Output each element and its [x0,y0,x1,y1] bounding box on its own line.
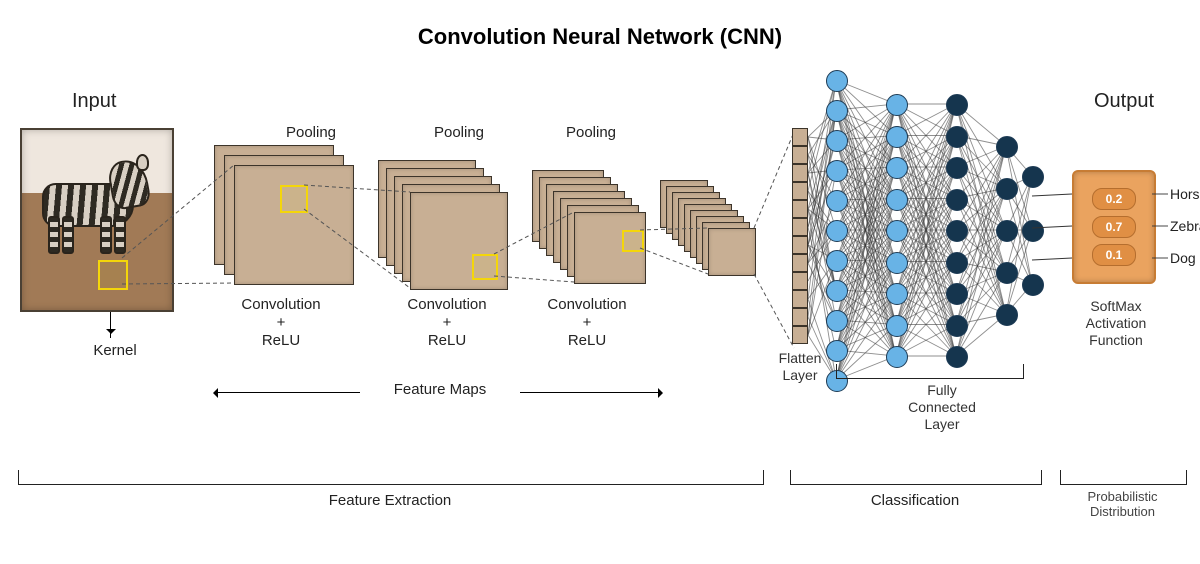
neuron [886,283,908,305]
neuron [946,315,968,337]
fc-bracket [836,364,1024,379]
neuron [886,94,908,116]
output-heading: Output [1094,90,1154,113]
neuron [826,340,848,362]
neuron [826,190,848,212]
neuron [946,189,968,211]
neuron [1022,274,1044,296]
neuron [996,220,1018,242]
bracket-prob-dist [1060,470,1187,485]
pooling-label-1: Pooling [276,124,346,142]
prob-zebra: 0.7 [1092,216,1136,238]
neuron [946,126,968,148]
class-label-zebra: Zebra [1170,218,1200,234]
neuron [946,220,968,242]
softmax-label: SoftMax Activation Function [1066,298,1166,348]
convrelu-label-2: Convolution + ReLU [372,296,522,350]
flatten-layer [792,128,808,344]
fc-label: Fully Connected Layer [892,382,992,432]
neuron [996,262,1018,284]
prob-horse: 0.2 [1092,188,1136,210]
feature-maps-label: Feature Maps [360,381,520,399]
input-image [20,128,174,312]
class-label-horse: Horse [1170,186,1200,202]
zebra-illustration [32,158,152,253]
neuron [826,130,848,152]
class-label-dog: Dog [1170,250,1196,266]
neuron [886,315,908,337]
neuron [996,304,1018,326]
output-box: 0.2 0.7 0.1 [1072,170,1156,284]
neuron [886,126,908,148]
pooling-label-3: Pooling [556,124,626,142]
convrelu-label-3: Convolution + ReLU [512,296,662,350]
neuron [1022,166,1044,188]
neuron [826,310,848,332]
fc-network [820,80,1040,400]
diagram-title: Convolution Neural Network (CNN) [0,24,1200,50]
neuron [1022,220,1044,242]
neuron [826,220,848,242]
feature-map-stack-4 [660,180,780,300]
prob-dog: 0.1 [1092,244,1136,266]
cnn-diagram: Convolution Neural Network (CNN) Input K… [0,0,1200,564]
bracket-feature-extraction [18,470,764,485]
neuron [886,157,908,179]
pooling-label-2: Pooling [424,124,494,142]
kernel-arrow [110,312,111,338]
neuron [996,178,1018,200]
neuron [826,160,848,182]
input-heading: Input [72,90,116,113]
kernel-label: Kernel [70,342,160,360]
kernel-highlight [98,260,128,290]
section-feature-extraction: Feature Extraction [18,492,762,510]
neuron [826,70,848,92]
neuron [946,283,968,305]
neuron [826,250,848,272]
neuron [946,157,968,179]
neuron [826,100,848,122]
neuron [826,280,848,302]
bracket-classification [790,470,1042,485]
neuron [946,94,968,116]
feature-map-stack-2 [378,160,528,310]
neuron [886,220,908,242]
convrelu-label-1: Convolution + ReLU [206,296,356,350]
feature-map-stack-1 [214,145,364,295]
section-classification: Classification [790,492,1040,510]
neuron [886,252,908,274]
section-prob-dist: Probabilistic Distribution [1060,490,1185,520]
neuron [996,136,1018,158]
neuron [946,252,968,274]
neuron [886,189,908,211]
